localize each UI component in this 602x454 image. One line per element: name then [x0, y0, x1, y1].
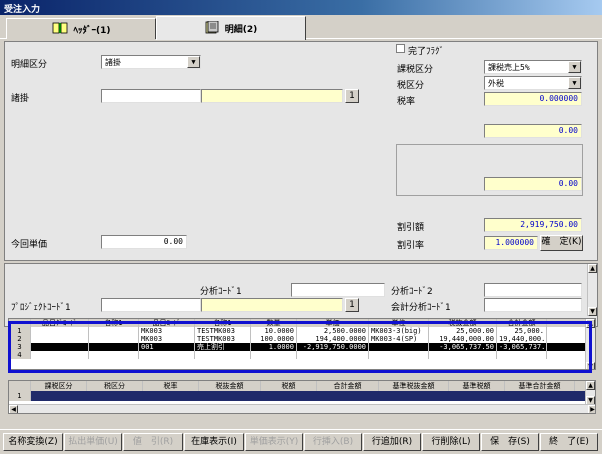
kanryo-flag-label: 完了ﾌﾗｸﾞ — [408, 47, 445, 57]
detail-panel: 明細区分 諸掛 ▼ 諸掛 1 完了ﾌﾗｸﾞ 課税区分 課税売上5% ▼ 税区分 … — [4, 41, 598, 261]
col-header[interactable]: 課税区分 — [31, 381, 87, 391]
analysis-scrollbar[interactable]: ▲ ▼ — [587, 264, 597, 316]
tax-grid-hscroll[interactable]: ◀ ▶ — [9, 404, 595, 413]
name-convert-button[interactable]: 名称変換(Z) — [3, 433, 63, 451]
dropdown-arrow-icon[interactable]: ▼ — [568, 77, 581, 89]
col-header[interactable]: 基準税額 — [449, 381, 505, 391]
price-display-button[interactable]: 単価表示(Y) — [245, 433, 303, 451]
meisai-kubun-label: 明細区分 — [11, 60, 48, 70]
save-button[interactable]: 保 存(S) — [481, 433, 539, 451]
add-row-button[interactable]: 行追加(R) — [363, 433, 421, 451]
col-header[interactable]: 合計金額 — [317, 381, 379, 391]
exit-button[interactable]: 終 了(E) — [540, 433, 598, 451]
document-icon — [205, 20, 219, 37]
selection-highlight — [8, 321, 592, 373]
project1-name-field — [201, 298, 343, 312]
shokake-label: 諸掛 — [11, 94, 30, 104]
col-header[interactable]: 基準税抜金額 — [379, 381, 449, 391]
warihiki-gaku-label: 割引額 — [397, 223, 425, 233]
kazei-kubun-value: 課税売上5% — [488, 63, 530, 72]
col-header — [9, 381, 31, 391]
warihiki-ritsu-field[interactable]: 1.000000 — [484, 236, 538, 250]
bunseki1-input[interactable] — [291, 283, 385, 297]
bunseki2-label: 分析ｺｰﾄﾞ2 — [391, 287, 433, 297]
dropdown-arrow-icon[interactable]: ▼ — [568, 61, 581, 73]
zei-kubun-value: 外税 — [488, 79, 504, 88]
shokake-lookup-button[interactable]: 1 — [345, 89, 359, 103]
meisai-kubun-value: 諸掛 — [105, 58, 121, 67]
project1-label: ﾌﾟﾛｼﾞｪｸﾄｺｰﾄﾞ1 — [11, 303, 71, 313]
col-header[interactable]: 税額 — [261, 381, 317, 391]
row-number: 1 — [9, 391, 31, 401]
shokake-code-input[interactable] — [101, 89, 201, 103]
kanryo-flag-checkbox[interactable] — [396, 44, 405, 53]
scroll-up-icon[interactable]: ▲ — [588, 264, 597, 273]
tax-grid-vscroll[interactable]: ▲ ▼ — [585, 381, 595, 405]
col-header[interactable]: 税率 — [143, 381, 199, 391]
scroll-up-icon[interactable]: ▲ — [586, 381, 595, 390]
table-row[interactable]: 1 — [9, 391, 595, 401]
warihiki-gaku-field[interactable]: 2,919,750.00 — [484, 218, 582, 232]
tab-bar: ﾍｯﾀﾞｰ(1) 明細(2) — [0, 15, 602, 40]
tab-header-label: ﾍｯﾀﾞｰ(1) — [73, 25, 111, 36]
konkai-tanka-label: 今回単価 — [11, 240, 48, 250]
subtotal-field: 0.00 — [484, 177, 582, 191]
meisai-kubun-select[interactable]: 諸掛 ▼ — [101, 55, 201, 69]
scroll-left-icon[interactable]: ◀ — [9, 405, 18, 413]
kazei-kubun-label: 課税区分 — [397, 65, 434, 75]
bunseki1-label: 分析ｺｰﾄﾞ1 — [200, 287, 242, 297]
delete-row-button[interactable]: 行削除(L) — [422, 433, 480, 451]
project1-lookup-button[interactable]: 1 — [345, 298, 359, 312]
zei-kubun-label: 税区分 — [397, 81, 425, 91]
col-header[interactable]: 税抜金額 — [199, 381, 261, 391]
project1-input[interactable] — [101, 298, 201, 312]
insert-row-button[interactable]: 行挿入(B) — [304, 433, 362, 451]
scroll-down-icon[interactable]: ▼ — [588, 307, 597, 316]
function-button-bar: 名称変換(Z) 払出単価(U) 値 引(R) 在庫表示(I) 単価表示(Y) 行… — [0, 429, 602, 454]
tax-summary-grid[interactable]: 課税区分 税区分 税率 税抜金額 税額 合計金額 基準税抜金額 基準税額 基準合… — [8, 380, 596, 414]
kaikei-bunseki-input[interactable] — [484, 298, 582, 312]
shokake-name-field — [201, 89, 343, 103]
dropdown-arrow-icon[interactable]: ▼ — [187, 56, 200, 68]
zeiritsu-label: 税率 — [397, 97, 416, 107]
payout-price-button[interactable]: 払出単価(U) — [64, 433, 122, 451]
tab-detail-label: 明細(2) — [224, 25, 258, 35]
kakutei-button[interactable]: 確 定(K) — [540, 235, 583, 251]
window-title: 受注入力 — [0, 0, 602, 15]
tax-amount-field: 0.00 — [484, 124, 582, 138]
tab-header[interactable]: ﾍｯﾀﾞｰ(1) — [6, 18, 156, 39]
book-icon — [52, 22, 68, 37]
zeiritsu-field: 0.000000 — [484, 92, 582, 106]
tab-detail[interactable]: 明細(2) — [156, 16, 306, 40]
kazei-kubun-select[interactable]: 課税売上5% ▼ — [484, 60, 582, 74]
grid-cell[interactable] — [31, 391, 595, 401]
kaikei-bunseki-label: 会計分析ｺｰﾄﾞ1 — [391, 303, 451, 313]
bunseki2-input[interactable] — [484, 283, 582, 297]
col-header[interactable]: 税区分 — [87, 381, 143, 391]
tax-grid-header: 課税区分 税区分 税率 税抜金額 税額 合計金額 基準税抜金額 基準税額 基準合… — [9, 381, 595, 391]
scroll-right-icon[interactable]: ▶ — [588, 405, 595, 413]
stock-display-button[interactable]: 在庫表示(I) — [184, 433, 244, 451]
zei-kubun-select[interactable]: 外税 ▼ — [484, 76, 582, 90]
discount-button[interactable]: 値 引(R) — [123, 433, 183, 451]
col-header[interactable]: 基準合計金額 — [505, 381, 575, 391]
konkai-tanka-field[interactable]: 0.00 — [101, 235, 187, 249]
warihiki-ritsu-label: 割引率 — [397, 241, 425, 251]
